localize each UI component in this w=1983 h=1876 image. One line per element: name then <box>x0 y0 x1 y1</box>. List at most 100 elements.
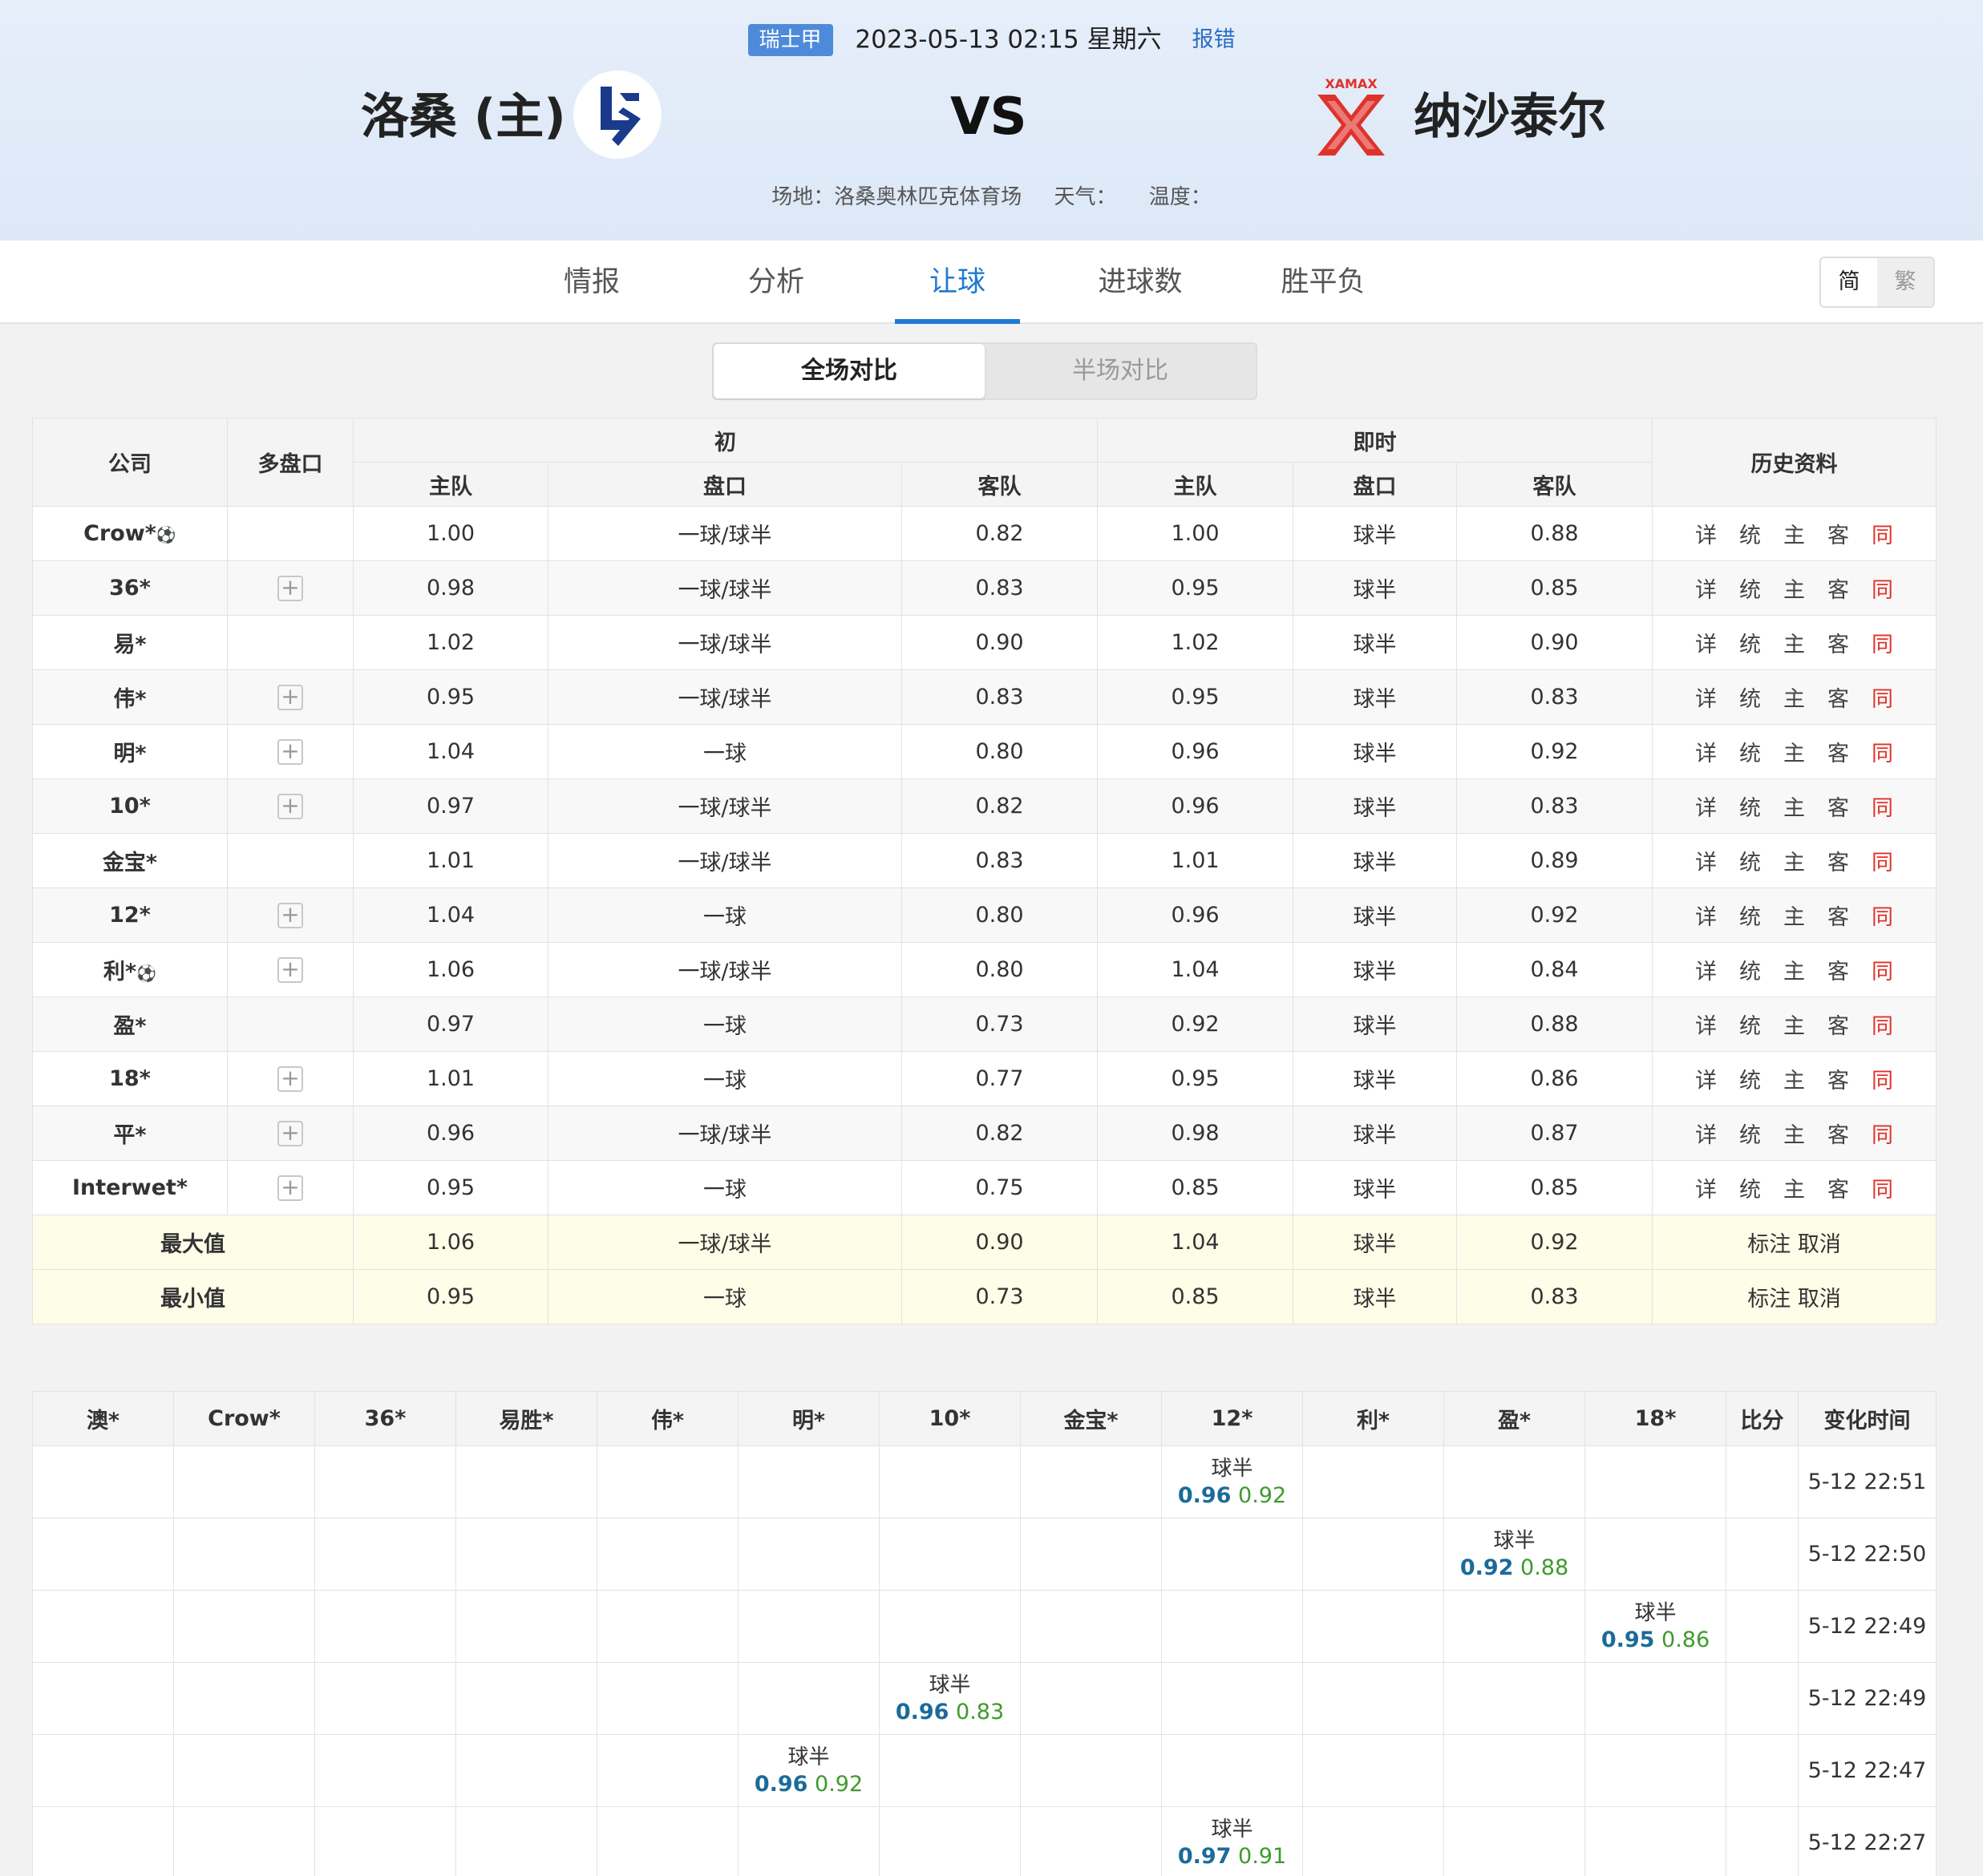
history-detail-link[interactable]: 详 <box>1695 1172 1717 1203</box>
history-stats-link[interactable]: 统 <box>1739 627 1761 658</box>
company-name[interactable]: Interwet* <box>32 1160 228 1215</box>
company-name[interactable]: 易* <box>32 615 228 670</box>
expand-plus-icon[interactable]: + <box>277 1175 303 1201</box>
tab-analysis[interactable]: 分析 <box>720 241 832 324</box>
history-detail-link[interactable]: 详 <box>1695 900 1717 931</box>
lang-simplified-button[interactable]: 简 <box>1821 258 1877 306</box>
history-detail-link[interactable]: 详 <box>1695 845 1717 876</box>
history-stats-link[interactable]: 统 <box>1739 1063 1761 1094</box>
history-away-link[interactable]: 客 <box>1827 790 1849 822</box>
history-stats-link[interactable]: 统 <box>1739 736 1761 767</box>
mark-cancel-action[interactable]: 标注 取消 <box>1652 1215 1937 1270</box>
history-away-link[interactable]: 客 <box>1827 681 1849 713</box>
mark-cancel-action[interactable]: 标注 取消 <box>1652 1269 1937 1324</box>
league-badge[interactable]: 瑞士甲 <box>747 23 833 56</box>
away-team-name[interactable]: 纳沙泰尔 <box>1414 87 1606 148</box>
history-home-link[interactable]: 主 <box>1783 736 1805 767</box>
tab-goals[interactable]: 进球数 <box>1084 241 1196 324</box>
history-same-link[interactable]: 同 <box>1872 790 1893 822</box>
history-home-link[interactable]: 主 <box>1783 1063 1805 1094</box>
away-team-logo[interactable]: XAMAX <box>1311 74 1391 157</box>
history-stats-link[interactable]: 统 <box>1739 681 1761 713</box>
history-home-link[interactable]: 主 <box>1783 900 1805 931</box>
history-same-link[interactable]: 同 <box>1872 681 1893 713</box>
history-home-link[interactable]: 主 <box>1783 954 1805 985</box>
history-stats-link[interactable]: 统 <box>1739 572 1761 604</box>
expand-plus-icon[interactable]: + <box>277 1065 303 1092</box>
history-home-link[interactable]: 主 <box>1783 627 1805 658</box>
company-name[interactable]: 12* <box>32 887 228 943</box>
history-stats-link[interactable]: 统 <box>1739 954 1761 985</box>
expand-plus-icon[interactable]: + <box>277 575 303 601</box>
history-detail-link[interactable]: 详 <box>1695 790 1717 822</box>
history-same-link[interactable]: 同 <box>1872 1063 1893 1094</box>
history-away-link[interactable]: 客 <box>1827 1172 1849 1203</box>
company-name[interactable]: Crow*⚽ <box>32 506 228 561</box>
history-detail-link[interactable]: 详 <box>1695 681 1717 713</box>
expand-plus-icon[interactable]: + <box>277 738 303 765</box>
history-same-link[interactable]: 同 <box>1872 736 1893 767</box>
history-same-link[interactable]: 同 <box>1872 845 1893 876</box>
company-name[interactable]: 明* <box>32 724 228 779</box>
history-away-link[interactable]: 客 <box>1827 736 1849 767</box>
company-name[interactable]: 伟* <box>32 669 228 725</box>
history-detail-link[interactable]: 详 <box>1695 518 1717 549</box>
history-home-link[interactable]: 主 <box>1783 518 1805 549</box>
history-same-link[interactable]: 同 <box>1872 954 1893 985</box>
company-name[interactable]: 18* <box>32 1051 228 1106</box>
history-home-link[interactable]: 主 <box>1783 1118 1805 1149</box>
history-away-link[interactable]: 客 <box>1827 1009 1849 1040</box>
history-away-link[interactable]: 客 <box>1827 627 1849 658</box>
tab-1x2[interactable]: 胜平负 <box>1267 241 1379 324</box>
home-team-logo[interactable] <box>573 71 662 159</box>
expand-plus-icon[interactable]: + <box>277 902 303 928</box>
history-stats-link[interactable]: 统 <box>1739 790 1761 822</box>
lang-traditional-button[interactable]: 繁 <box>1877 258 1933 306</box>
company-name[interactable]: 盈* <box>32 997 228 1052</box>
expand-plus-icon[interactable]: + <box>277 1120 303 1146</box>
history-stats-link[interactable]: 统 <box>1739 845 1761 876</box>
history-home-link[interactable]: 主 <box>1783 1009 1805 1040</box>
history-same-link[interactable]: 同 <box>1872 518 1893 549</box>
history-stats-link[interactable]: 统 <box>1739 1172 1761 1203</box>
expand-plus-icon[interactable]: + <box>277 684 303 710</box>
history-stats-link[interactable]: 统 <box>1739 1009 1761 1040</box>
history-away-link[interactable]: 客 <box>1827 1063 1849 1094</box>
history-detail-link[interactable]: 详 <box>1695 1009 1717 1040</box>
history-stats-link[interactable]: 统 <box>1739 518 1761 549</box>
history-same-link[interactable]: 同 <box>1872 900 1893 931</box>
expand-plus-icon[interactable]: + <box>277 793 303 819</box>
full-time-compare-button[interactable]: 全场对比 <box>714 344 985 398</box>
home-team-name[interactable]: 洛桑 (主) <box>361 87 566 148</box>
history-same-link[interactable]: 同 <box>1872 1172 1893 1203</box>
expand-plus-icon[interactable]: + <box>277 956 303 983</box>
company-name[interactable]: 平* <box>32 1106 228 1161</box>
history-home-link[interactable]: 主 <box>1783 572 1805 604</box>
company-name[interactable]: 10* <box>32 778 228 834</box>
history-same-link[interactable]: 同 <box>1872 1009 1893 1040</box>
history-away-link[interactable]: 客 <box>1827 518 1849 549</box>
history-away-link[interactable]: 客 <box>1827 572 1849 604</box>
history-stats-link[interactable]: 统 <box>1739 1118 1761 1149</box>
history-detail-link[interactable]: 详 <box>1695 736 1717 767</box>
history-stats-link[interactable]: 统 <box>1739 900 1761 931</box>
company-name[interactable]: 金宝* <box>32 833 228 888</box>
history-detail-link[interactable]: 详 <box>1695 1118 1717 1149</box>
history-detail-link[interactable]: 详 <box>1695 572 1717 604</box>
half-time-compare-button[interactable]: 半场对比 <box>985 344 1256 398</box>
history-same-link[interactable]: 同 <box>1872 627 1893 658</box>
report-error-link[interactable]: 报错 <box>1192 27 1235 52</box>
tab-handicap[interactable]: 让球 <box>895 241 1020 324</box>
history-away-link[interactable]: 客 <box>1827 1118 1849 1149</box>
company-name[interactable]: 利*⚽ <box>32 942 228 997</box>
history-home-link[interactable]: 主 <box>1783 681 1805 713</box>
tab-intel[interactable]: 情报 <box>536 241 648 324</box>
history-away-link[interactable]: 客 <box>1827 845 1849 876</box>
history-away-link[interactable]: 客 <box>1827 954 1849 985</box>
history-detail-link[interactable]: 详 <box>1695 627 1717 658</box>
history-home-link[interactable]: 主 <box>1783 1172 1805 1203</box>
history-home-link[interactable]: 主 <box>1783 845 1805 876</box>
history-home-link[interactable]: 主 <box>1783 790 1805 822</box>
history-same-link[interactable]: 同 <box>1872 572 1893 604</box>
history-away-link[interactable]: 客 <box>1827 900 1849 931</box>
